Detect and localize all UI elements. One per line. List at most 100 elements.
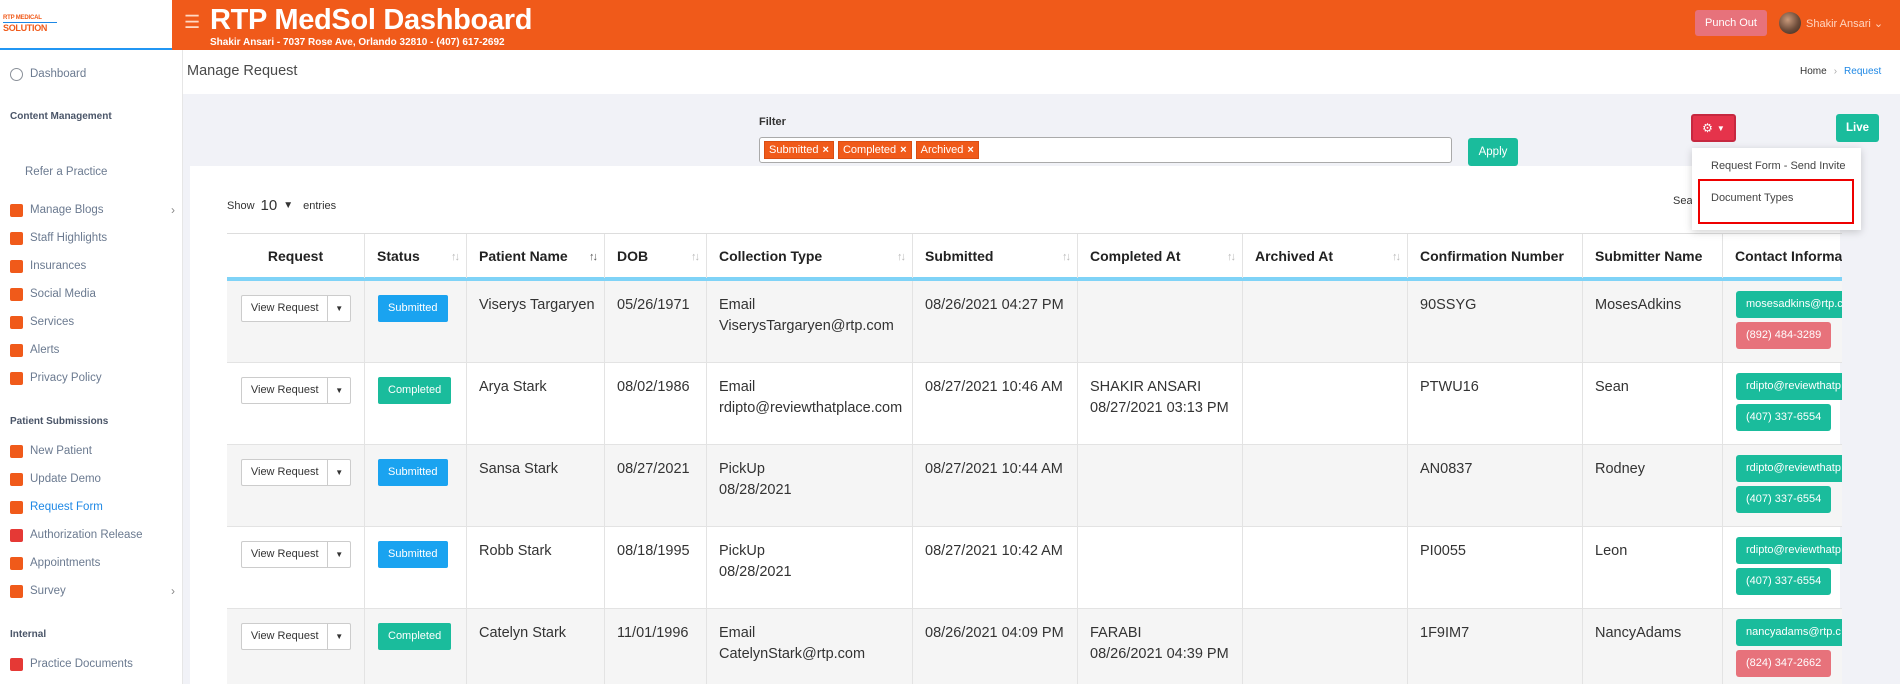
cell-completed-at [1078,281,1243,363]
cell-patient-name: Arya Stark [467,363,605,445]
caret-down-icon[interactable]: ▼ [328,460,350,485]
sort-icon: ↑↓ [691,251,700,263]
sort-icon: ↑↓ [589,251,598,263]
cell-collection-type: Email rdipto@reviewthatplace.com [707,363,913,445]
insurance-icon [10,259,23,273]
apply-button[interactable]: Apply [1468,138,1518,166]
cell-dob: 08/27/2021 [605,445,707,527]
status-badge: Submitted [378,459,448,486]
column-header-contact-information[interactable]: Contact Informat [1723,234,1842,278]
column-header-submitter-name[interactable]: Submitter Name [1583,234,1723,278]
remove-icon[interactable]: × [823,144,829,156]
phone-pill[interactable]: (892) 484-3289 [1736,322,1832,349]
column-header-request[interactable]: Request [227,234,365,278]
completed-at: 08/26/2021 04:39 PM [1090,646,1229,662]
cell-status: Completed [365,363,467,445]
live-button[interactable]: Live [1836,114,1879,142]
sidebar-item-manage-blogs[interactable]: Manage Blogs › [10,201,175,219]
sidebar-item-alerts[interactable]: Alerts [10,341,175,359]
menu-item-send-invite[interactable]: Request Form - Send Invite [1711,160,1846,172]
column-header-submitted[interactable]: Submitted ↑↓ [913,234,1078,278]
sort-icon: ↑↓ [1062,251,1071,263]
collection-type: Email [719,297,756,313]
breadcrumb-home[interactable]: Home [1800,66,1827,77]
view-request-button[interactable]: View Request ▼ [241,541,351,568]
avatar[interactable] [1779,12,1801,34]
services-icon [10,315,23,329]
sidebar-item-services[interactable]: Services [10,313,175,331]
staff-icon [10,231,23,245]
logo[interactable]: RTP MEDICAL SOLUTION [3,13,57,35]
sidebar-item-refer-a-practice[interactable]: Refer a Practice [25,163,190,181]
view-request-button[interactable]: View Request ▼ [241,623,351,650]
sidebar-item-request-form[interactable]: Request Form [10,498,175,516]
table-row: View Request ▼ Completed Catelyn Stark 11/01… [227,609,1842,684]
filter-chip-submitted[interactable]: Submitted × [764,141,834,159]
cell-completed-at [1078,445,1243,527]
sidebar-item-practice-documents[interactable]: Practice Documents [10,655,175,673]
cell-request: View Request ▼ [227,281,365,363]
cell-submitted: 08/27/2021 10:46 AM [913,363,1078,445]
cell-dob: 05/26/1971 [605,281,707,363]
sidebar-item-new-patient[interactable]: New Patient [10,442,175,460]
submitter-name: NancyAdams [1595,625,1682,641]
filter-chip-completed[interactable]: Completed × [837,141,912,159]
view-request-button[interactable]: View Request ▼ [241,377,351,404]
email-pill[interactable]: nancyadams@rtp.c [1736,619,1842,646]
column-header-confirmation-number[interactable]: Confirmation Number [1408,234,1583,278]
status-badge: Completed [378,377,452,404]
column-header-completed-at[interactable]: Completed At ↑↓ [1078,234,1243,278]
cell-status: Submitted [365,281,467,363]
email-pill[interactable]: rdipto@reviewthatp [1736,455,1842,482]
home-icon [10,444,23,458]
view-request-button[interactable]: View Request ▼ [241,459,351,486]
caret-down-icon[interactable]: ▼ [328,624,350,649]
cell-contact-information: mosesadkins@rtp.c (892) 484-3289 [1723,281,1842,363]
phone-pill[interactable]: (407) 337-6554 [1736,568,1832,595]
submitter-name: MosesAdkins [1595,297,1682,313]
remove-icon[interactable]: × [900,144,906,156]
settings-dropdown-button[interactable]: ⚙ ▼ [1691,114,1736,142]
social-media-icon [10,287,23,301]
remove-icon[interactable]: × [967,144,973,156]
hamburger-menu-icon[interactable]: ☰ [184,12,200,33]
sidebar-item-social-media[interactable]: Social Media [10,285,175,303]
view-request-button[interactable]: View Request ▼ [241,295,351,322]
sidebar-item-privacy-policy[interactable]: Privacy Policy [10,369,175,387]
email-pill[interactable]: rdipto@reviewthatp [1736,537,1842,564]
email-pill[interactable]: rdipto@reviewthatp [1736,373,1842,400]
caret-down-icon[interactable]: ▼ [328,542,350,567]
sidebar-item-insurances[interactable]: Insurances [10,257,175,275]
table-row: View Request ▼ Submitted Robb Stark 08/18/19… [227,527,1842,609]
column-header-collection-type[interactable]: Collection Type ↑↓ [707,234,913,278]
section-patient-submissions: Patient Submissions [10,416,109,427]
caret-down-icon[interactable]: ▼ [328,378,350,403]
filter-chip-archived[interactable]: Archived × [915,141,979,159]
cell-submitter-name: NancyAdams [1583,609,1723,684]
column-header-archived-at[interactable]: Archived At ↑↓ [1243,234,1408,278]
page-length-select[interactable]: 10 [261,197,278,214]
user-menu[interactable]: Shakir Ansari ⌄ [1806,17,1883,30]
email-pill[interactable]: mosesadkins@rtp.c [1736,291,1842,318]
blog-icon [10,203,23,217]
sidebar-item-survey[interactable]: Survey › [10,582,175,600]
sidebar-item-dashboard[interactable]: Dashboard [10,65,175,83]
patient-name: Sansa Stark [479,461,558,477]
cell-dob: 11/01/1996 [605,609,707,684]
cell-submitter-name: Rodney [1583,445,1723,527]
sidebar-item-appointments[interactable]: Appointments [10,554,175,572]
column-header-patient-name[interactable]: Patient Name ↑↓ [467,234,605,278]
caret-down-icon[interactable]: ▼ [328,296,350,321]
column-header-status[interactable]: Status ↑↓ [365,234,467,278]
phone-pill[interactable]: (407) 337-6554 [1736,486,1832,513]
phone-pill[interactable]: (407) 337-6554 [1736,404,1832,431]
dob: 05/26/1971 [617,297,690,313]
punch-out-button[interactable]: Punch Out [1695,10,1767,36]
sort-icon: ↑↓ [1392,251,1401,263]
sidebar-item-staff-highlights[interactable]: Staff Highlights [10,229,175,247]
sidebar-item-update-demo[interactable]: Update Demo [10,470,175,488]
sidebar-item-authorization-release[interactable]: Authorization Release [10,526,175,544]
filter-input[interactable]: Submitted × Completed × Archived × [759,137,1452,163]
phone-pill[interactable]: (824) 347-2662 [1736,650,1832,677]
column-header-dob[interactable]: DOB ↑↓ [605,234,707,278]
